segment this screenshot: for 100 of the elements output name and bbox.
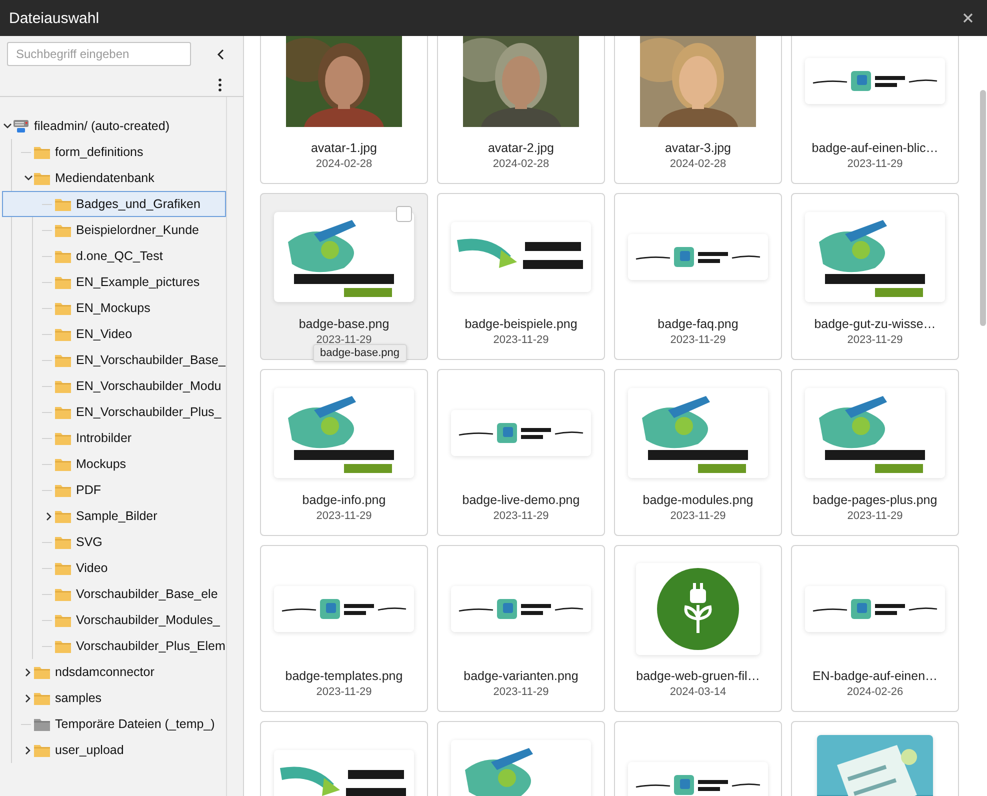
tree-item[interactable]: EN_Video (2, 321, 226, 347)
file-date: 2023-11-29 (670, 510, 726, 522)
file-name: badge-modules.png (642, 493, 754, 507)
more-icon[interactable] (218, 78, 222, 92)
tree-item-label: EN_Video (76, 327, 132, 341)
folder-icon (55, 562, 71, 574)
tree-item[interactable]: ndsdamconnector (1, 659, 226, 685)
tree-item[interactable]: form_definitions (1, 139, 226, 165)
tree-item[interactable]: fileadmin/ (auto-created) (0, 113, 226, 139)
tree-item[interactable]: Vorschaubilder_Modules_ (2, 607, 226, 633)
file-name: badge-templates.png (285, 669, 403, 683)
tree-item[interactable]: Video (2, 555, 226, 581)
tree-item[interactable]: Mockups (2, 451, 226, 477)
tree-item-label: d.one_QC_Test (76, 249, 163, 263)
tree-item-label: EN_Example_pictures (76, 275, 200, 289)
file-card[interactable]: badge-live-demo.png 2023-11-29 (437, 369, 605, 536)
tree-item-label: form_definitions (55, 145, 144, 159)
folder-icon (55, 432, 71, 444)
file-date: 2023-11-29 (847, 334, 903, 346)
window-title: Dateiauswahl (9, 10, 100, 26)
file-card[interactable]: badge-templates.png 2023-11-29 (260, 545, 428, 712)
tree-item[interactable]: Sample_Bilder (2, 503, 226, 529)
folder-icon (55, 510, 71, 522)
tree-item[interactable]: EN_Mockups (2, 295, 226, 321)
tree-item[interactable]: EN_Vorschaubilder_Base_ (2, 347, 226, 373)
tree-item[interactable]: SVG (2, 529, 226, 555)
file-card[interactable]: badge-faq.png 2023-11-29 (614, 193, 782, 360)
file-name: badge-auf-einen-blic… (812, 141, 938, 155)
scrollbar-thumb[interactable] (980, 90, 986, 326)
folder-icon (34, 666, 50, 678)
file-date: 2024-02-28 (670, 158, 726, 170)
file-name: badge-info.png (302, 493, 386, 507)
file-card[interactable]: badge-beispiele.png 2023-11-29 (437, 193, 605, 360)
folder-icon (55, 640, 71, 652)
file-card[interactable]: avatar-1.jpg 2024-02-28 (260, 36, 428, 184)
tooltip: badge-base.png (313, 344, 407, 362)
folder-icon (55, 354, 71, 366)
tree-item[interactable]: Badges_und_Grafiken (2, 191, 226, 217)
file-name: badge-live-demo.png (462, 493, 580, 507)
tree-item[interactable]: EN_Example_pictures (2, 269, 226, 295)
folder-icon (55, 276, 71, 288)
caret-right-icon[interactable] (46, 512, 52, 520)
tree-item-label: Sample_Bilder (76, 509, 158, 523)
storage-icon (13, 119, 29, 133)
folder-icon (34, 172, 50, 184)
caret-right-icon[interactable] (25, 746, 31, 754)
tree-item[interactable]: d.one_QC_Test (2, 243, 226, 269)
tree-item-label: user_upload (55, 743, 124, 757)
file-name: badge-faq.png (658, 317, 738, 331)
file-name: badge-varianten.png (464, 669, 578, 683)
file-name: avatar-2.jpg (488, 141, 554, 155)
file-card[interactable]: avatar-2.jpg 2024-02-28 (437, 36, 605, 184)
caret-down-icon[interactable] (2, 123, 12, 129)
tree-item[interactable]: Introbilder (2, 425, 226, 451)
file-name: EN-badge-auf-einen… (812, 669, 938, 683)
caret-down-icon[interactable] (24, 175, 32, 181)
tree-item[interactable]: samples (1, 685, 226, 711)
tree-item[interactable]: user_upload (1, 737, 226, 763)
file-card[interactable]: avatar-3.jpg 2024-02-28 (614, 36, 782, 184)
file-card[interactable]: badge-modules.png 2023-11-29 (614, 369, 782, 536)
file-card[interactable]: badge-base.png 2023-11-29 badge-base.png (260, 193, 428, 360)
tree-item[interactable]: Temporäre Dateien (_temp_) (1, 711, 226, 737)
file-name: badge-beispiele.png (464, 317, 578, 331)
file-card[interactable]: badge-gut-zu-wisse… 2023-11-29 (791, 193, 959, 360)
tree-item-label: EN_Vorschaubilder_Base_ (76, 353, 226, 367)
tree-item[interactable]: Mediendatenbank (1, 165, 226, 191)
tree-item[interactable]: EN_Vorschaubilder_Modu (2, 373, 226, 399)
tree-item[interactable]: PDF (2, 477, 226, 503)
file-card[interactable]: EN-badge-auf-einen… 2024-02-26 (791, 545, 959, 712)
checkbox[interactable] (396, 206, 412, 222)
folder-icon (55, 614, 71, 626)
search-field[interactable]: Suchbegriff eingeben (7, 42, 191, 66)
tree-item[interactable]: Vorschaubilder_Base_ele (2, 581, 226, 607)
tree-item-label: Badges_und_Grafiken (76, 197, 200, 211)
chevron-left-icon[interactable] (217, 48, 224, 60)
tree-item[interactable]: Beispielordner_Kunde (2, 217, 226, 243)
caret-right-icon[interactable] (25, 694, 31, 702)
file-card[interactable]: badge-pages-plus.png 2023-11-29 (791, 369, 959, 536)
folder-icon (55, 458, 71, 470)
tree-item-label: Beispielordner_Kunde (76, 223, 200, 237)
file-date: 2023-11-29 (316, 686, 372, 698)
tree-item-label: EN_Vorschaubilder_Plus_ (76, 405, 222, 419)
file-date: 2024-02-28 (492, 158, 550, 170)
tree-item-label: Vorschaubilder_Plus_Elem (76, 639, 226, 653)
file-card[interactable]: badge-web-gruen-fil… 2024-03-14 (614, 545, 782, 712)
tree-item-label: PDF (76, 483, 101, 497)
file-card[interactable]: badge-varianten.png 2023-11-29 (437, 545, 605, 712)
close-icon[interactable] (963, 13, 973, 23)
file-card[interactable]: badge-info.png 2023-11-29 (260, 369, 428, 536)
folder-icon (55, 198, 71, 210)
folder-icon (34, 744, 50, 756)
file-date: 2024-03-14 (670, 686, 726, 698)
file-card[interactable]: badge-auf-einen-blic… 2023-11-29 (791, 36, 959, 184)
file-date: 2023-11-29 (493, 334, 549, 346)
caret-right-icon[interactable] (25, 668, 31, 676)
tree-item-label: EN_Mockups (76, 301, 150, 315)
tree-item[interactable]: EN_Vorschaubilder_Plus_ (2, 399, 226, 425)
folder-icon (55, 380, 71, 392)
tree-item-label: ndsdamconnector (55, 665, 154, 679)
tree-item[interactable]: Vorschaubilder_Plus_Elem (2, 633, 226, 659)
